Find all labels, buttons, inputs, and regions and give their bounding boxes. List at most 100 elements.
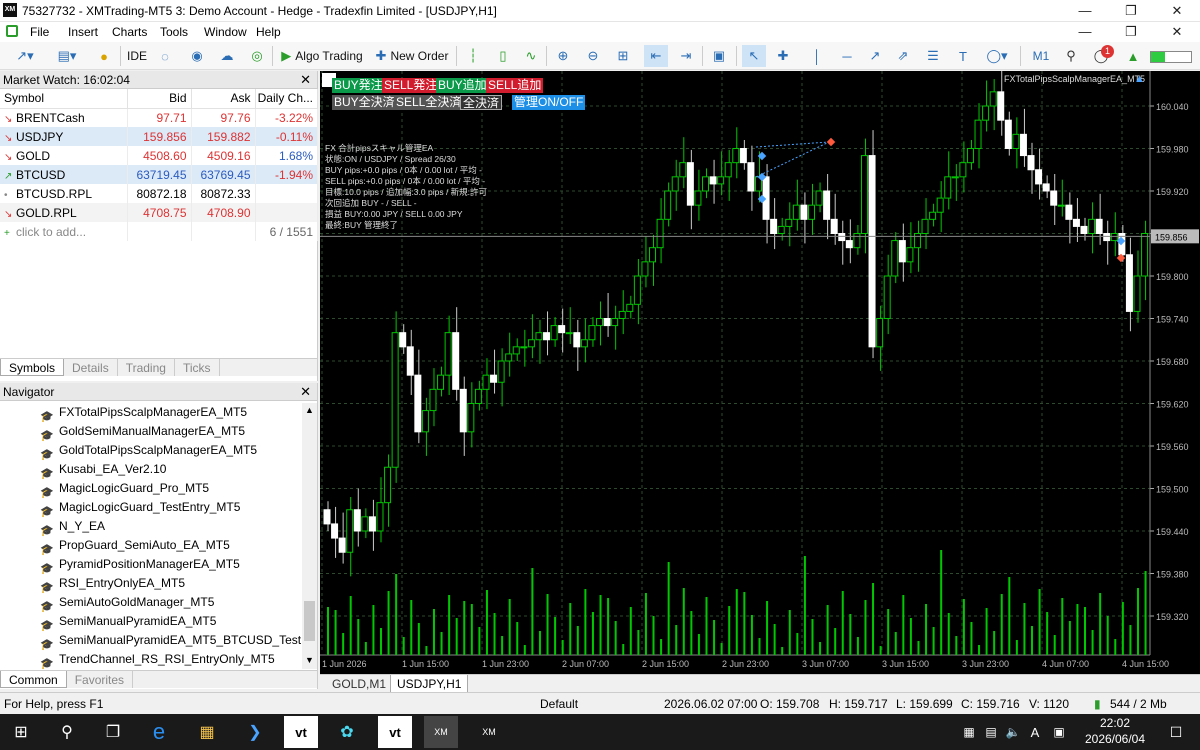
sell-order-button[interactable]: SELL発注 xyxy=(382,78,440,93)
table-row[interactable]: • BTCUSD.RPL 80872.18 80872.33 xyxy=(0,184,318,203)
coin-icon[interactable]: ● xyxy=(92,45,116,67)
table-row[interactable]: ↘ BRENTCash 97.71 97.76 -3.22% xyxy=(0,108,318,127)
close-icon[interactable]: ✕ xyxy=(300,71,311,89)
menu-file[interactable]: File xyxy=(30,25,49,39)
network-icon[interactable]: ▤ xyxy=(980,716,1002,748)
chart-type-icon[interactable]: ↗▾ xyxy=(8,45,42,67)
vertical-line-icon[interactable]: │ xyxy=(806,45,828,67)
navigator-item[interactable]: 🎓 TrendChannel_RS_RSI_EntryOnly_MT5 xyxy=(40,650,275,670)
vt-icon[interactable]: vt xyxy=(284,716,318,748)
column-header-ask[interactable]: Ask xyxy=(191,89,256,109)
grid-icon[interactable]: ⊞ xyxy=(612,45,634,67)
radio-icon[interactable]: ◉ xyxy=(186,45,208,67)
child-restore-button[interactable]: ❐ xyxy=(1108,22,1154,42)
task-view-icon[interactable]: ❐ xyxy=(96,716,130,748)
close-all-button[interactable]: 全決済 xyxy=(460,95,503,110)
taskbar-date[interactable]: 2026/06/04 xyxy=(1080,732,1150,746)
navigator-item[interactable]: 🎓 N_Y_EA xyxy=(40,517,105,537)
navigator-item[interactable]: 🎓 GoldTotalPipsScalpManagerEA_MT5 xyxy=(40,441,257,461)
ime-mode-icon[interactable]: ▣ xyxy=(1048,716,1070,748)
notifications-icon[interactable]: ◯ 1 xyxy=(1088,45,1114,67)
taskbar-time[interactable]: 22:02 xyxy=(1080,716,1150,730)
edge-icon[interactable]: e xyxy=(142,716,176,748)
search-icon[interactable]: ⚲ xyxy=(50,716,84,748)
child-minimize-button[interactable]: — xyxy=(1062,22,1108,42)
tab-usdjpy-h1[interactable]: USDJPY,H1 xyxy=(390,675,469,693)
scroll-thumb[interactable] xyxy=(304,601,315,641)
menu-charts[interactable]: Charts xyxy=(112,25,147,39)
horizontal-line-icon[interactable]: ─ xyxy=(836,45,858,67)
powershell-icon[interactable]: ❯ xyxy=(238,716,272,748)
tray-icon[interactable]: ▦ xyxy=(958,716,980,748)
xm-icon[interactable]: XM xyxy=(424,716,458,748)
shapes-icon[interactable]: ◯▾ xyxy=(980,45,1014,67)
tab-symbols[interactable]: Symbols xyxy=(0,359,65,376)
trendline-icon[interactable]: ↗ xyxy=(864,45,886,67)
chart-area[interactable]: 160.040159.980159.920159.860159.800159.7… xyxy=(320,71,1200,674)
table-row[interactable]: ↘ USDJPY 159.856 159.882 -0.11% xyxy=(0,127,318,146)
new-order-button[interactable]: ✚ New Order xyxy=(372,45,452,67)
file-explorer-icon[interactable]: ▦ xyxy=(190,716,224,748)
menu-insert[interactable]: Insert xyxy=(68,25,98,39)
add-symbol-row[interactable]: + click to add... 6 / 1551 xyxy=(0,222,318,241)
vps-icon[interactable]: ◎ xyxy=(246,45,268,67)
scroll-down-icon[interactable]: ▼ xyxy=(305,655,314,665)
restore-button[interactable]: ❐ xyxy=(1108,0,1154,22)
navigator-item[interactable]: 🎓 SemiAutoGoldManager_MT5 xyxy=(40,593,214,613)
autoscroll-icon[interactable]: ⇤ xyxy=(644,45,668,67)
vt-icon[interactable]: vt xyxy=(378,716,412,748)
signal-strength-icon[interactable]: ▲ xyxy=(1122,45,1144,67)
tab-common[interactable]: Common xyxy=(0,671,67,688)
chart-shift-icon[interactable]: ⇥ xyxy=(674,45,698,67)
sell-add-button[interactable]: SELL追加 xyxy=(486,78,544,93)
search-icon[interactable]: ⚲ xyxy=(1060,45,1082,67)
cloud-icon[interactable]: ☁ xyxy=(216,45,238,67)
tab-gold-m1[interactable]: GOLD,M1 xyxy=(326,675,392,693)
column-header-change[interactable]: Daily Ch... xyxy=(255,89,318,109)
tab-trading[interactable]: Trading xyxy=(118,359,175,376)
table-row[interactable]: ↘ GOLD.RPL 4708.75 4708.90 xyxy=(0,203,318,222)
zoom-in-icon[interactable]: ⊕ xyxy=(552,45,574,67)
cursor-icon[interactable]: ↖ xyxy=(742,45,766,67)
candlestick-icon[interactable]: ▯ xyxy=(492,45,514,67)
navigator-item[interactable]: 🎓 SemiManualPyramidEA_MT5 xyxy=(40,612,216,632)
close-window-button[interactable]: ✕ xyxy=(1154,0,1200,22)
ide-button[interactable]: IDE xyxy=(124,45,150,67)
crosshair-icon[interactable]: ✚ xyxy=(772,45,794,67)
navigator-item[interactable]: 🎓 PyramidPositionManagerEA_MT5 xyxy=(40,555,240,575)
xm-icon[interactable]: XM xyxy=(472,716,506,748)
navigator-item[interactable]: 🎓 MagicLogicGuard_Pro_MT5 xyxy=(40,479,209,499)
scroll-up-icon[interactable]: ▲ xyxy=(305,405,314,415)
tab-ticks[interactable]: Ticks xyxy=(175,359,220,376)
timeframe-button[interactable]: M1 xyxy=(1026,45,1056,67)
minimize-button[interactable]: — xyxy=(1062,0,1108,22)
tab-favorites[interactable]: Favorites xyxy=(67,671,134,688)
table-row[interactable]: ↘ GOLD 4508.60 4509.16 1.68% xyxy=(0,146,318,165)
chart-menu-icon[interactable] xyxy=(6,25,18,37)
notification-center-icon[interactable]: ☐ xyxy=(1158,716,1194,748)
navigator-item[interactable]: 🎓 SemiManualPyramidEA_MT5_BTCUSD_Test xyxy=(40,631,301,651)
fibonacci-icon[interactable]: ☰ xyxy=(922,45,944,67)
zoom-out-icon[interactable]: ⊖ xyxy=(582,45,604,67)
windows-start-icon[interactable]: ⊞ xyxy=(4,716,38,748)
navigator-item[interactable]: 🎓 MagicLogicGuard_TestEntry_MT5 xyxy=(40,498,240,518)
mt5-terminal-icon[interactable]: ✿ xyxy=(330,716,364,748)
volume-icon[interactable]: 🔈 xyxy=(1002,716,1024,748)
bar-chart-icon[interactable]: ┆ xyxy=(462,45,484,67)
menu-tools[interactable]: Tools xyxy=(160,25,188,39)
navigator-item[interactable]: 🎓 RSI_EntryOnlyEA_MT5 xyxy=(40,574,185,594)
channel-icon[interactable]: ⇗ xyxy=(892,45,914,67)
navigator-item[interactable]: 🎓 PropGuard_SemiAuto_EA_MT5 xyxy=(40,536,230,556)
signal-icon[interactable]: ◌ xyxy=(154,45,176,67)
buy-order-button[interactable]: BUY発注 xyxy=(332,78,385,93)
screenshot-icon[interactable]: ▣ xyxy=(708,45,730,67)
ime-icon[interactable]: A xyxy=(1024,716,1046,748)
buy-close-all-button[interactable]: BUY全決済 xyxy=(332,95,397,110)
menu-help[interactable]: Help xyxy=(256,25,281,39)
tab-details[interactable]: Details xyxy=(64,359,118,376)
navigator-item[interactable]: 🎓 FXTotalPipsScalpManagerEA_MT5 xyxy=(40,403,247,423)
close-icon[interactable]: ✕ xyxy=(300,383,311,401)
ea-hat-icon[interactable]: ▲ xyxy=(1134,73,1145,85)
navigator-scrollbar[interactable]: ▲ ▼ xyxy=(302,403,317,669)
column-header-bid[interactable]: Bid xyxy=(127,89,192,109)
